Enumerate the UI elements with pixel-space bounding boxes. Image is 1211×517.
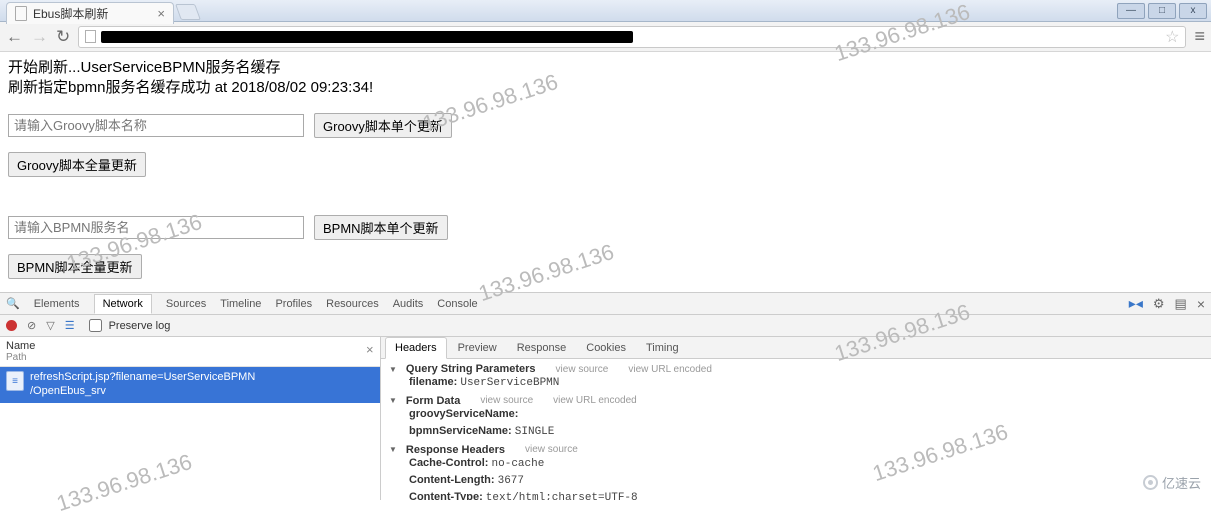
query-string-parameters-header[interactable]: Query String Parameters [406, 363, 536, 375]
status-line-2: 刷新指定bpmn服务名缓存成功 at 2018/08/02 09:23:34! [8, 78, 1203, 98]
qsp-val-filename: UserServiceBPMN [460, 377, 559, 389]
address-bar: ← → ↻ ☆ ≡ [0, 22, 1211, 52]
page-icon [15, 6, 27, 21]
devtools-close-icon[interactable]: × [1197, 296, 1205, 312]
resp-key-type: Content-Type: [409, 491, 483, 500]
view-url-encoded-link[interactable]: view URL encoded [628, 364, 712, 375]
column-path: Path [6, 352, 374, 363]
tab-response[interactable]: Response [508, 338, 576, 358]
resp-key-cache: Cache-Control: [409, 457, 488, 469]
resp-val-length: 3677 [498, 475, 524, 487]
tab-audits[interactable]: Audits [393, 298, 424, 310]
form-val-bpmn: SINGLE [515, 426, 555, 438]
request-type-icon: ≡ [6, 371, 24, 391]
form-key-groovy: groovyServiceName: [409, 408, 518, 420]
tab-resources[interactable]: Resources [326, 298, 379, 310]
window-close-button[interactable]: x [1179, 3, 1207, 19]
network-filter-bar: ⊘ ▽ ☰ Preserve log [0, 315, 1211, 337]
tab-headers[interactable]: Headers [385, 337, 447, 359]
network-detail-pane: × Headers Preview Response Cookies Timin… [381, 337, 1211, 500]
view-source-link[interactable]: view source [556, 364, 609, 375]
window-maximize-button[interactable]: □ [1148, 3, 1176, 19]
view-toggle-icon[interactable]: ☰ [65, 319, 75, 332]
resp-val-type: text/html;charset=UTF-8 [486, 492, 638, 500]
brand-text: 亿速云 [1162, 473, 1201, 492]
page-content: 开始刷新...UserServiceBPMN服务名缓存 刷新指定bpmn服务名缓… [0, 52, 1211, 285]
tab-timeline[interactable]: Timeline [220, 298, 261, 310]
url-redacted [101, 31, 633, 43]
qsp-key-filename: filename: [409, 376, 457, 388]
inspect-icon[interactable]: 🔍 [6, 297, 20, 310]
view-source-link-3[interactable]: view source [525, 444, 578, 455]
drawer-toggle-icon[interactable]: ▤ [1175, 296, 1187, 312]
groovy-all-update-button[interactable]: Groovy脚本全量更新 [8, 152, 146, 177]
tab-console[interactable]: Console [437, 298, 477, 310]
reload-button[interactable]: ↻ [56, 27, 70, 47]
brand-logo-icon [1143, 475, 1158, 490]
clear-icon[interactable]: ⊘ [27, 319, 36, 332]
back-button[interactable]: ← [6, 27, 23, 47]
tab-elements[interactable]: Elements [34, 298, 80, 310]
detail-tabs: Headers Preview Response Cookies Timing [381, 337, 1211, 359]
window-titlebar: Ebus脚本刷新 × — □ x [0, 0, 1211, 22]
window-minimize-button[interactable]: — [1117, 3, 1145, 19]
form-data-header[interactable]: Form Data [406, 395, 460, 407]
forward-button[interactable]: → [31, 27, 48, 47]
resp-val-cache: no-cache [492, 458, 545, 470]
form-key-bpmn: bpmnServiceName: [409, 425, 512, 437]
filter-icon[interactable]: ▽ [46, 319, 54, 332]
close-details-icon[interactable]: × [366, 342, 374, 357]
record-icon[interactable] [6, 320, 17, 331]
resp-key-length: Content-Length: [409, 474, 495, 486]
close-tab-icon[interactable]: × [157, 6, 165, 21]
devtools-panel: 🔍 Elements Network Sources Timeline Prof… [0, 292, 1211, 500]
tab-sources[interactable]: Sources [166, 298, 206, 310]
chrome-menu-icon[interactable]: ≡ [1194, 26, 1205, 47]
tab-preview[interactable]: Preview [449, 338, 506, 358]
tab-profiles[interactable]: Profiles [275, 298, 312, 310]
tab-network[interactable]: Network [94, 294, 152, 314]
settings-icon[interactable]: ⚙ [1153, 296, 1165, 312]
groovy-name-input[interactable] [8, 114, 304, 137]
url-input[interactable]: ☆ [78, 26, 1186, 48]
dock-side-icon[interactable]: ▸◂ [1129, 295, 1143, 312]
devtools-toolbar: 🔍 Elements Network Sources Timeline Prof… [0, 293, 1211, 315]
site-icon [85, 30, 96, 43]
bpmn-single-update-button[interactable]: BPMN脚本单个更新 [314, 215, 448, 240]
preserve-log-checkbox[interactable] [89, 319, 102, 332]
request-name: refreshScript.jsp?filename=UserServiceBP… [30, 371, 255, 385]
status-line-1: 开始刷新...UserServiceBPMN服务名缓存 [8, 58, 1203, 78]
network-request-row[interactable]: ≡ refreshScript.jsp?filename=UserService… [0, 367, 380, 403]
bpmn-all-update-button[interactable]: BPMN脚本全量更新 [8, 254, 142, 279]
preserve-log-label: Preserve log [109, 320, 171, 332]
tab-cookies[interactable]: Cookies [577, 338, 635, 358]
new-tab-button[interactable] [175, 4, 201, 20]
tab-timing[interactable]: Timing [637, 338, 688, 358]
request-path: /OpenEbus_srv [30, 385, 255, 399]
tab-title: Ebus脚本刷新 [33, 5, 108, 22]
bpmn-name-input[interactable] [8, 216, 304, 239]
groovy-single-update-button[interactable]: Groovy脚本单个更新 [314, 113, 452, 138]
view-source-link-2[interactable]: view source [480, 395, 533, 406]
column-name[interactable]: Name [6, 340, 374, 352]
view-url-encoded-link-2[interactable]: view URL encoded [553, 395, 637, 406]
bookmark-icon[interactable]: ☆ [1165, 27, 1179, 47]
brand-badge: 亿速云 [1143, 473, 1201, 492]
network-request-list: Name Path ≡ refreshScript.jsp?filename=U… [0, 337, 381, 500]
browser-tab[interactable]: Ebus脚本刷新 × [6, 2, 174, 24]
response-headers-header[interactable]: Response Headers [406, 444, 505, 456]
